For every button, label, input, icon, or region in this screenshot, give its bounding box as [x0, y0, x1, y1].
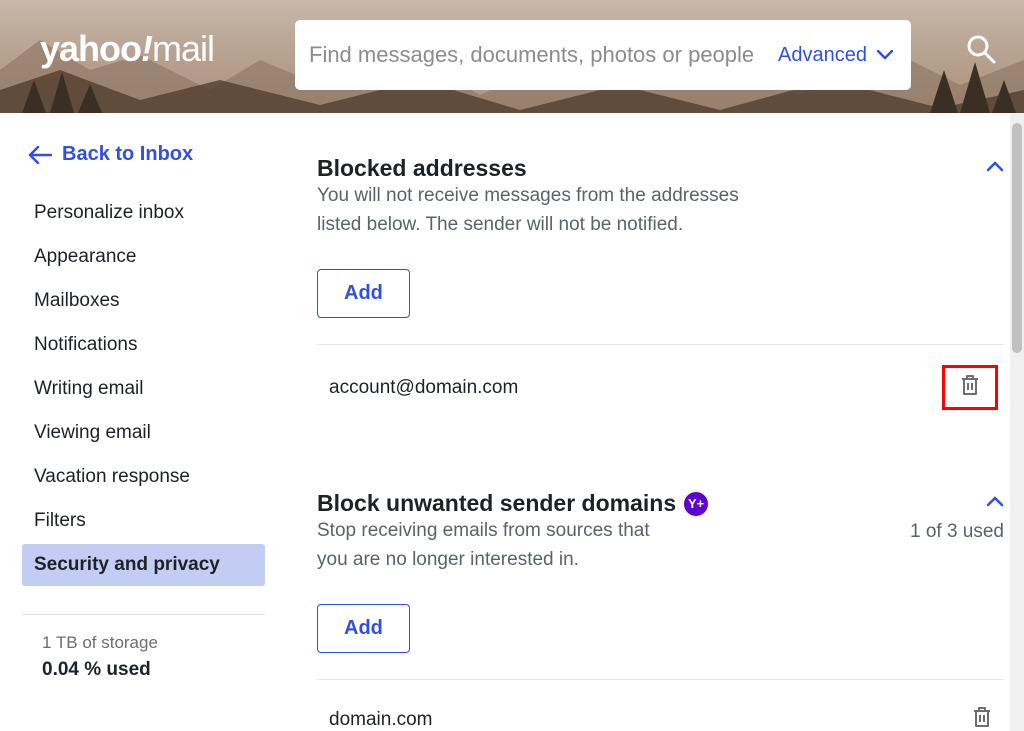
advanced-label: Advanced [778, 44, 867, 67]
add-blocked-address-button[interactable]: Add [317, 269, 410, 318]
collapse-blocked-addresses[interactable] [986, 155, 1004, 177]
block-domains-section: Block unwanted sender domains Y+ Stop re… [317, 490, 1004, 731]
search-input[interactable] [309, 42, 772, 68]
blocked-address-value: account@domain.com [329, 377, 518, 399]
blocked-addresses-section: Blocked addresses You will not receive m… [317, 155, 1004, 430]
yahoo-mail-logo: yahoo!mail [40, 28, 214, 70]
arrow-left-icon [28, 146, 52, 164]
chevron-up-icon [986, 160, 1004, 172]
sidebar-item-vacation-response[interactable]: Vacation response [22, 456, 265, 498]
sidebar-item-writing-email[interactable]: Writing email [22, 368, 265, 410]
settings-sidebar: Back to Inbox Personalize inbox Appearan… [0, 113, 295, 731]
delete-blocked-domain-button[interactable] [966, 700, 998, 731]
trash-icon [960, 374, 980, 396]
scrollbar-track[interactable] [1010, 113, 1024, 731]
sidebar-item-appearance[interactable]: Appearance [22, 236, 265, 278]
chevron-down-icon [877, 50, 893, 60]
block-domains-count: 1 of 3 used [910, 518, 1004, 543]
storage-info: 1 TB of storage 0.04 % used [0, 633, 295, 681]
app-header: yahoo!mail Advanced [0, 0, 1024, 113]
sidebar-item-viewing-email[interactable]: Viewing email [22, 412, 265, 454]
storage-total: 1 TB of storage [42, 633, 295, 653]
sidebar-divider [22, 614, 265, 615]
back-to-inbox-link[interactable]: Back to Inbox [0, 143, 295, 166]
search-icon [966, 34, 996, 64]
advanced-search-toggle[interactable]: Advanced [772, 44, 911, 67]
collapse-block-domains[interactable] [986, 490, 1004, 512]
sidebar-item-mailboxes[interactable]: Mailboxes [22, 280, 265, 322]
blocked-addresses-title: Blocked addresses [317, 155, 787, 182]
sidebar-item-security-privacy[interactable]: Security and privacy [22, 544, 265, 586]
blocked-addresses-desc: You will not receive messages from the a… [317, 182, 787, 239]
blocked-domain-value: domain.com [329, 709, 433, 731]
sidebar-item-personalize-inbox[interactable]: Personalize inbox [22, 192, 265, 234]
add-blocked-domain-button[interactable]: Add [317, 604, 410, 653]
sidebar-item-notifications[interactable]: Notifications [22, 324, 265, 366]
scrollbar-thumb[interactable] [1012, 123, 1022, 353]
delete-blocked-address-button[interactable] [954, 377, 986, 406]
search-icon-button[interactable] [966, 34, 996, 69]
yahoo-plus-badge: Y+ [684, 492, 708, 516]
chevron-up-icon [986, 495, 1004, 507]
blocked-address-row: account@domain.com [317, 344, 1004, 430]
settings-content: Blocked addresses You will not receive m… [295, 113, 1024, 731]
back-label: Back to Inbox [62, 143, 193, 166]
search-bar: Advanced [295, 20, 911, 90]
trash-icon [972, 706, 992, 728]
sidebar-item-filters[interactable]: Filters [22, 500, 265, 542]
block-domains-desc: Stop receiving emails from sources that … [317, 517, 667, 574]
storage-used: 0.04 % used [42, 659, 295, 681]
blocked-domain-row: domain.com [317, 679, 1004, 731]
block-domains-title: Block unwanted sender domains [317, 490, 676, 517]
delete-blocked-address-highlight [942, 365, 998, 410]
